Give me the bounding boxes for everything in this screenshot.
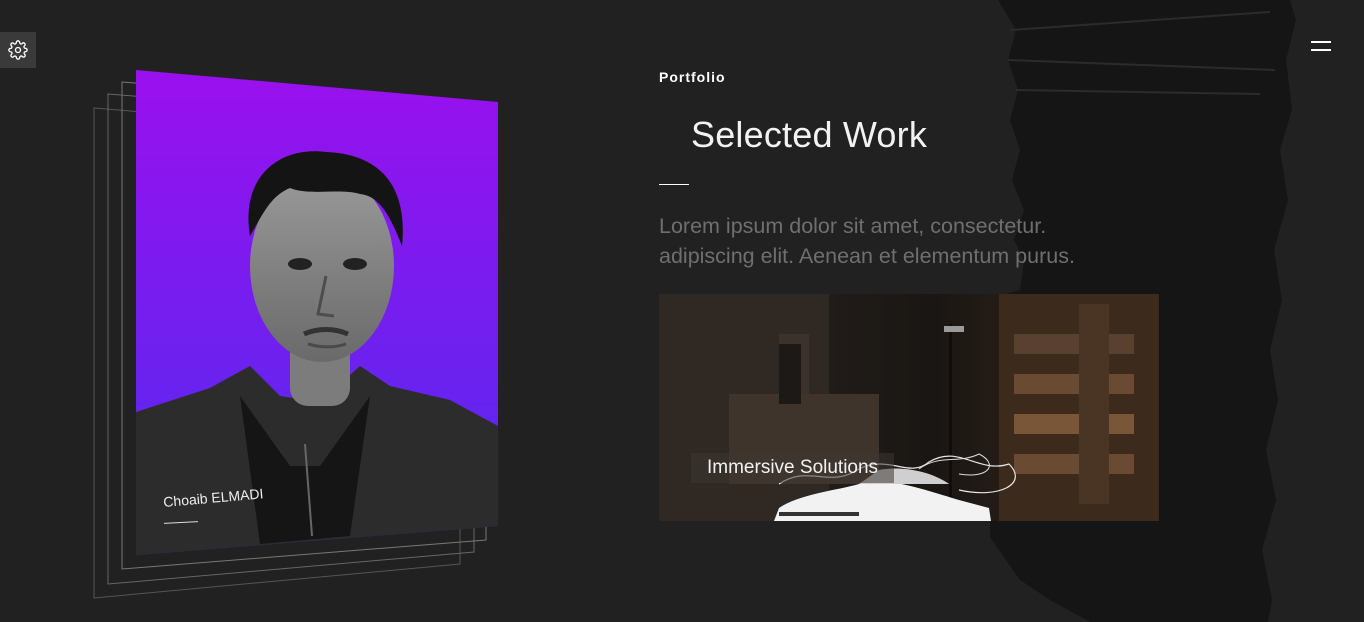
title-divider — [659, 184, 689, 185]
project-card[interactable]: Immersive Solutions — [659, 294, 1159, 521]
gear-icon — [8, 40, 28, 60]
hamburger-menu-button[interactable] — [1306, 34, 1336, 58]
section-title: Selected Work — [691, 114, 928, 155]
portrait-frames — [93, 70, 498, 599]
settings-button[interactable] — [0, 32, 36, 68]
project-image — [659, 294, 1159, 521]
section-eyebrow: Portfolio — [659, 69, 726, 85]
project-title: Immersive Solutions — [691, 453, 895, 483]
section-description: Lorem ipsum dolor sit amet, consectetur.… — [659, 214, 1075, 268]
hamburger-menu-icon — [1311, 41, 1331, 43]
hamburger-menu-icon-line — [1311, 49, 1331, 51]
portrait-card: Choaib ELMADI — [90, 66, 510, 606]
